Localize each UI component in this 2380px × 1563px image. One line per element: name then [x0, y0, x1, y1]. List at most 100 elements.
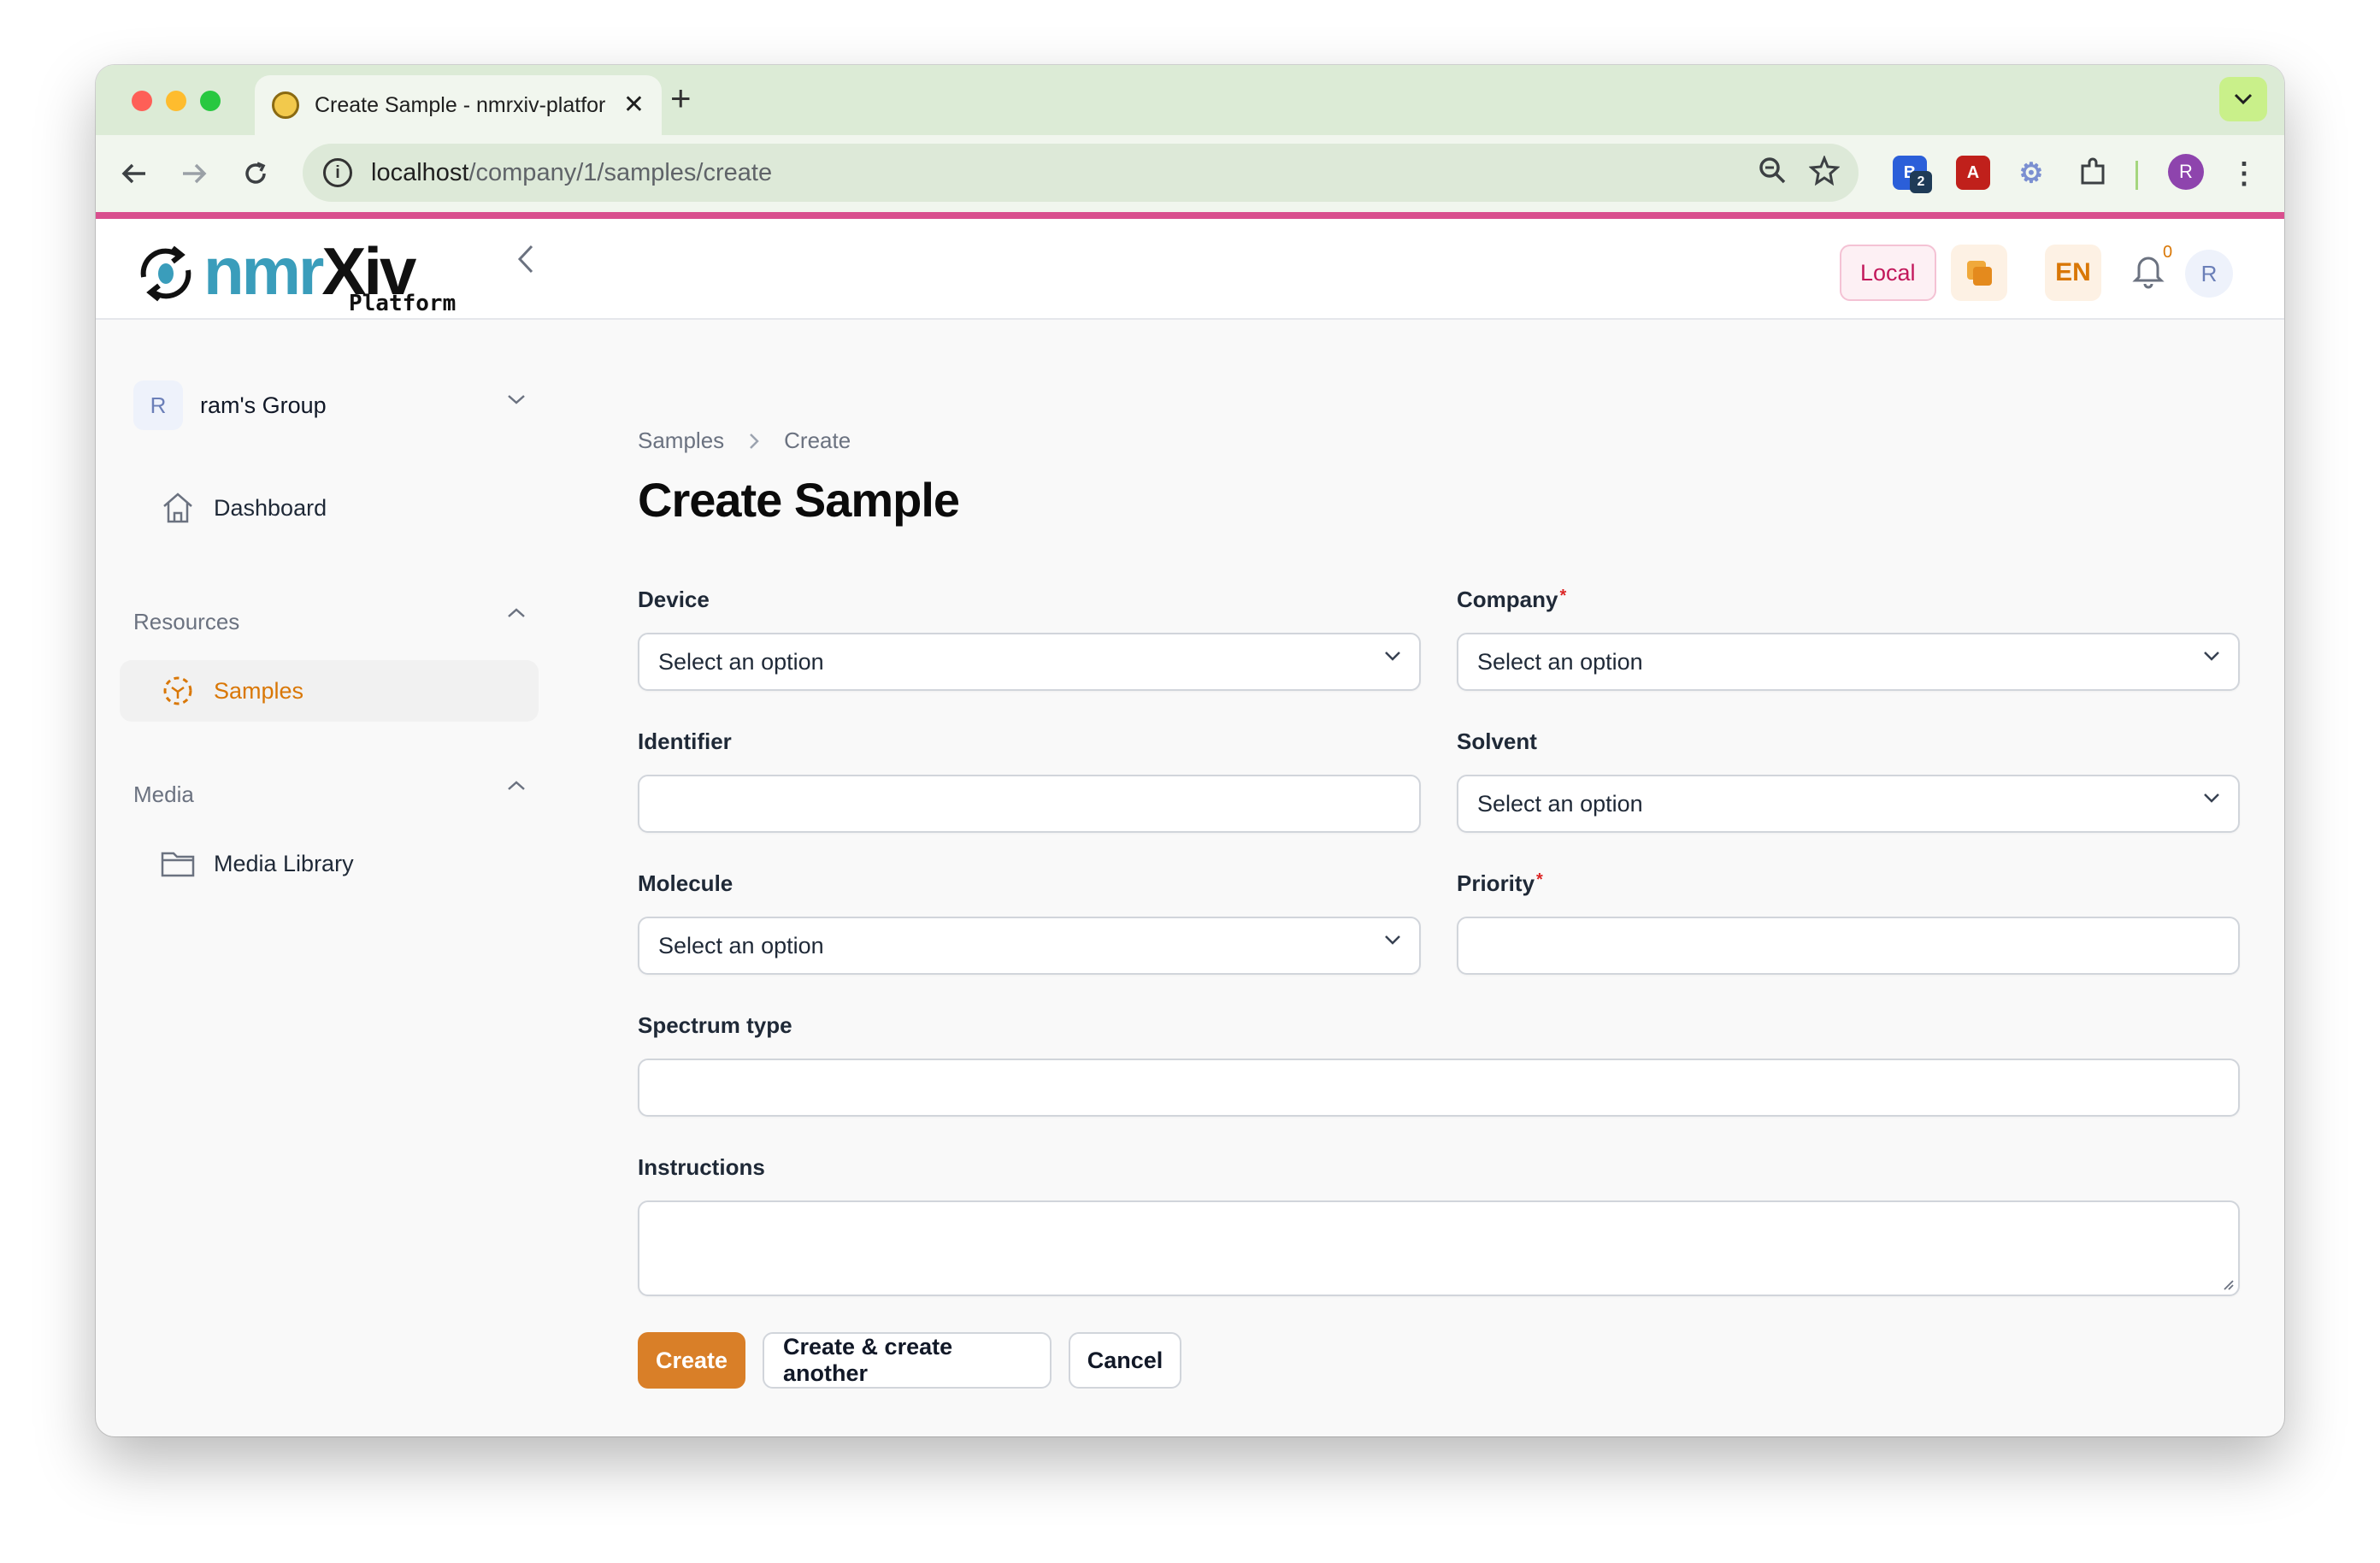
reload-button[interactable]	[236, 154, 275, 193]
molecule-select-value: Select an option	[658, 932, 824, 958]
create-another-button[interactable]: Create & create another	[763, 1332, 1052, 1389]
sidebar: R ram's Group Dashboard Resources Sample…	[96, 321, 574, 1436]
identifier-label: Identifier	[638, 728, 732, 754]
identifier-input[interactable]	[638, 775, 1421, 833]
chevron-down-icon	[1385, 652, 1400, 661]
sidebar-item-samples[interactable]: Samples	[120, 660, 539, 722]
pdf-extension-icon[interactable]: A	[1956, 156, 1990, 190]
sidebar-section-resources[interactable]: Resources	[133, 608, 544, 635]
language-label: EN	[2055, 258, 2091, 286]
device-select[interactable]: Select an option	[638, 633, 1421, 691]
spectrum-type-field: Spectrum type	[638, 1012, 2240, 1117]
section-title: Media	[133, 782, 194, 807]
section-title: Resources	[133, 609, 240, 634]
address-bar[interactable]: i localhost/company/1/samples/create	[303, 144, 1859, 202]
url-host: localhost	[371, 158, 469, 186]
instructions-textarea[interactable]	[638, 1200, 2240, 1296]
maximize-window-button[interactable]	[200, 91, 221, 111]
user-avatar[interactable]: R	[2185, 250, 2233, 298]
browser-menu-icon[interactable]: ⋮	[2224, 154, 2264, 193]
environment-badge: Local	[1840, 245, 1936, 301]
puzzle-icon[interactable]	[2076, 156, 2110, 190]
tab-search-button[interactable]	[2219, 77, 2267, 121]
tab-title: Create Sample - nmrxiv-platform	[315, 92, 605, 117]
zoom-icon[interactable]	[1758, 156, 1787, 192]
nmrxiv-logo[interactable]: nmrXiv Platform	[133, 233, 456, 316]
solvent-select-value: Select an option	[1477, 790, 1643, 817]
priority-field: Priority *	[1457, 870, 2240, 975]
resize-handle-icon[interactable]	[2221, 1277, 2235, 1291]
molecule-label: Molecule	[638, 870, 733, 896]
chevron-down-icon	[1385, 935, 1400, 945]
identifier-field: Identifier	[638, 728, 1421, 833]
toolbar-divider	[2136, 161, 2138, 190]
folder-icon	[159, 845, 197, 882]
spectrum-type-label: Spectrum type	[638, 1012, 792, 1038]
tab-strip: Create Sample - nmrxiv-platform ✕ +	[96, 65, 2284, 135]
breadcrumb-item-create: Create	[784, 428, 851, 453]
back-button[interactable]	[115, 154, 154, 193]
tenant-switcher-button[interactable]	[1951, 245, 2007, 301]
company-field: Company * Select an option	[1457, 587, 2240, 691]
solvent-label: Solvent	[1457, 728, 1537, 754]
notification-count: 0	[2163, 243, 2173, 262]
browser-tab-active[interactable]: Create Sample - nmrxiv-platform ✕	[255, 75, 662, 135]
solvent-select[interactable]: Select an option	[1457, 775, 2240, 833]
molecule-select[interactable]: Select an option	[638, 917, 1421, 975]
instructions-label: Instructions	[638, 1154, 765, 1180]
company-select[interactable]: Select an option	[1457, 633, 2240, 691]
gear-extension-icon[interactable]: ⚙	[2014, 156, 2048, 190]
language-switcher-button[interactable]: EN	[2045, 245, 2101, 301]
site-info-icon[interactable]: i	[323, 158, 352, 187]
chevron-up-icon	[508, 608, 525, 617]
company-select-value: Select an option	[1477, 648, 1643, 675]
browser-window: Create Sample - nmrxiv-platform ✕ + i lo…	[96, 65, 2284, 1436]
chevron-up-icon	[508, 781, 525, 790]
sidebar-item-dashboard[interactable]: Dashboard	[120, 477, 539, 539]
close-window-button[interactable]	[132, 91, 152, 111]
cancel-button[interactable]: Cancel	[1069, 1332, 1181, 1389]
group-avatar: R	[133, 380, 183, 430]
group-selector[interactable]: R ram's Group	[133, 380, 544, 431]
spectrum-type-input[interactable]	[638, 1059, 2240, 1117]
device-field: Device Select an option	[638, 587, 1421, 691]
priority-label: Priority *	[1457, 870, 1543, 896]
browser-profile-avatar[interactable]: R	[2168, 154, 2204, 190]
bookmark-star-icon[interactable]	[1808, 154, 1841, 193]
chevron-down-icon	[2204, 793, 2219, 803]
logo-subtitle: Platform	[349, 291, 457, 316]
instructions-field: Instructions	[638, 1154, 2240, 1296]
tab-close-icon[interactable]: ✕	[623, 92, 645, 118]
copy-stack-icon	[1967, 261, 1992, 286]
sidebar-item-media-library[interactable]: Media Library	[120, 833, 539, 894]
collapse-sidebar-button[interactable]	[516, 241, 535, 284]
favicon-icon	[272, 91, 299, 119]
sidebar-item-label: Samples	[214, 677, 304, 704]
sidebar-section-media[interactable]: Media	[133, 781, 544, 808]
priority-input[interactable]	[1457, 917, 2240, 975]
arrow-left-icon	[121, 163, 145, 184]
app-header: nmrXiv Platform Local EN 0 R	[96, 219, 2284, 320]
new-tab-button[interactable]: +	[670, 80, 692, 116]
bell-icon	[2132, 257, 2165, 289]
arrow-right-icon	[183, 163, 207, 184]
accent-line	[96, 212, 2284, 219]
breadcrumb: Samples Create	[638, 428, 851, 454]
required-mark: *	[1536, 870, 1543, 889]
chevron-left-icon	[517, 245, 533, 274]
chevron-down-icon	[2234, 93, 2253, 105]
chevron-right-icon	[750, 433, 759, 449]
breadcrumb-item-samples[interactable]: Samples	[638, 428, 724, 454]
molecule-field: Molecule Select an option	[638, 870, 1421, 975]
logo-mark-icon	[140, 245, 191, 302]
home-icon	[159, 489, 197, 527]
sidebar-item-label: Dashboard	[214, 494, 327, 521]
group-name: ram's Group	[200, 392, 327, 418]
url-path: /company/1/samples/create	[468, 158, 773, 186]
create-button[interactable]: Create	[638, 1332, 745, 1389]
device-label: Device	[638, 587, 710, 612]
minimize-window-button[interactable]	[166, 91, 186, 111]
forward-button[interactable]	[174, 154, 214, 193]
required-mark: *	[1559, 587, 1567, 605]
notifications-button[interactable]	[2132, 251, 2165, 293]
